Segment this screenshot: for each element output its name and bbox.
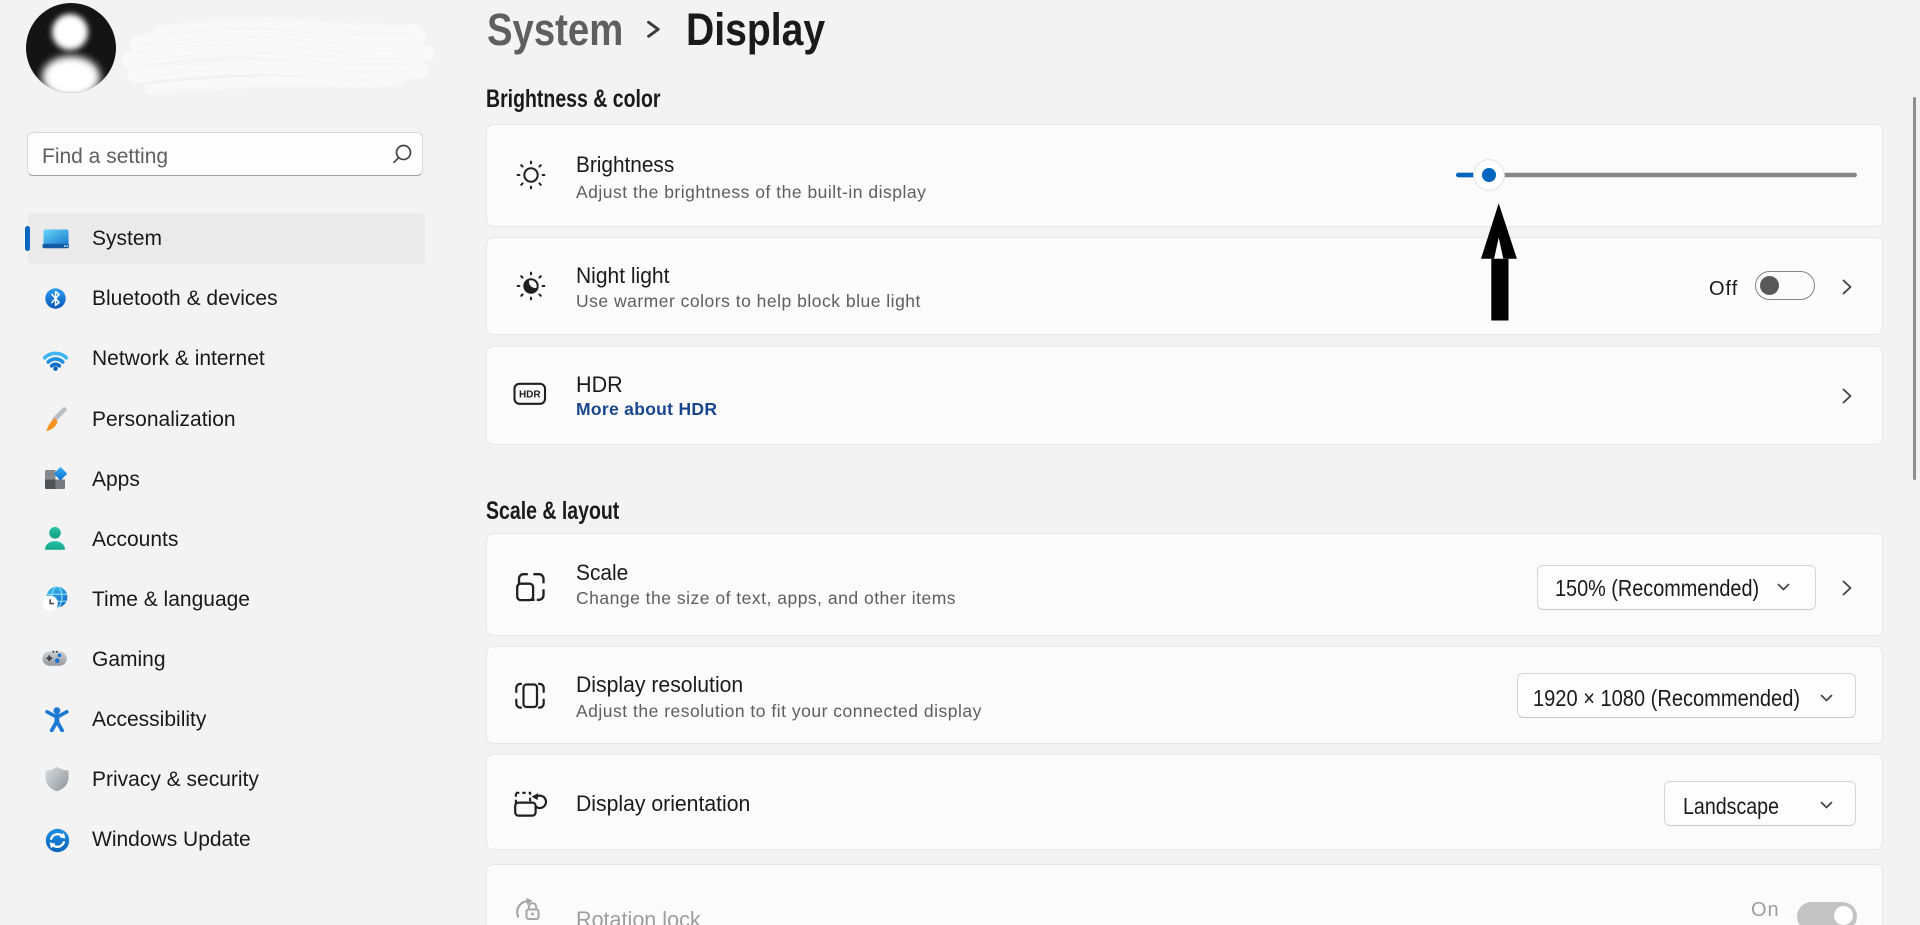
svg-text:HDR: HDR [519, 390, 541, 401]
